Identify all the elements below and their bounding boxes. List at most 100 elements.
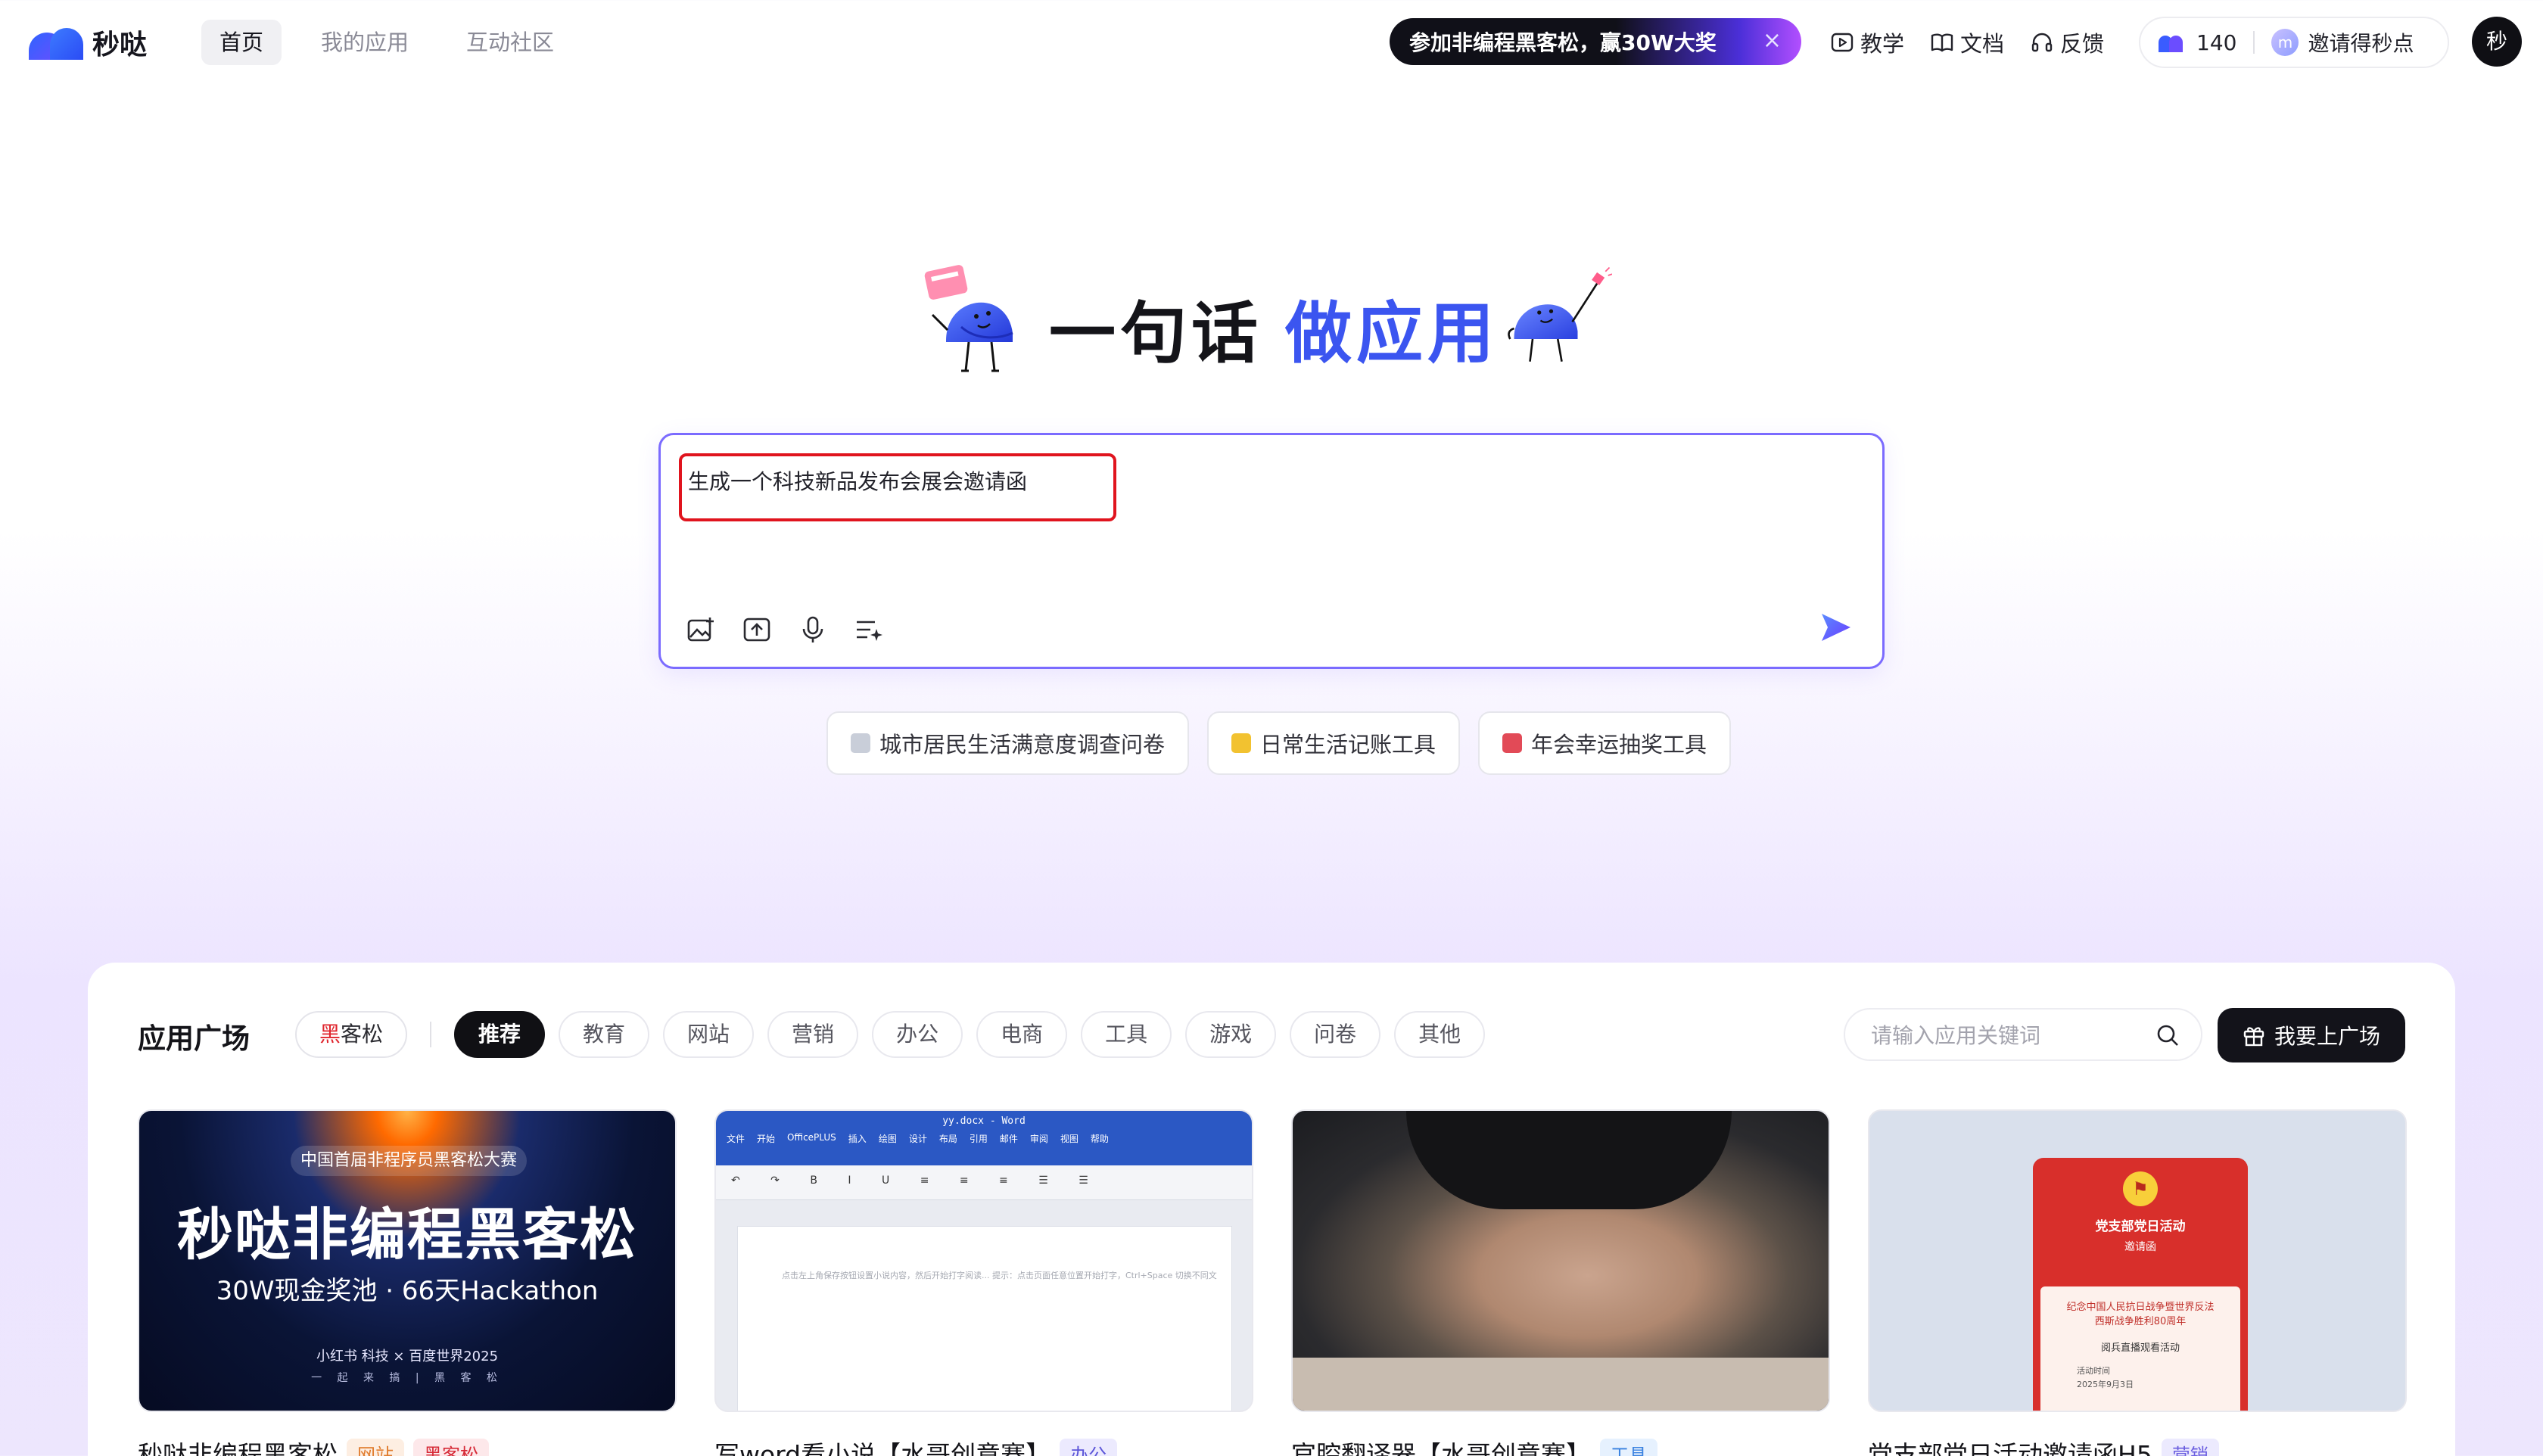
app-plaza: 应用广场 黑客松 推荐 教育 网站 营销 办公 电商 工具 游戏 问卷 其他 我…: [88, 963, 2455, 1456]
word-page: 点击左上角保存按钮设置小说内容，然后开始打字阅读... 提示：点击页面任意位置开…: [737, 1226, 1232, 1411]
search-icon[interactable]: [2155, 1023, 2180, 1047]
nav-home[interactable]: 首页: [201, 20, 282, 65]
book-icon: [1931, 33, 1953, 52]
category-marketing[interactable]: 营销: [767, 1011, 859, 1058]
app-card[interactable]: ⚑ 党支部党日活动 邀请函 纪念中国人民抗日战争暨世界反法 西斯战争胜利80周年…: [1868, 1109, 2407, 1456]
brand-name: 秒哒: [92, 30, 148, 61]
word-menu-item: 开始: [757, 1134, 776, 1144]
user-avatar[interactable]: 秒: [2472, 17, 2522, 67]
microphone-icon[interactable]: [798, 615, 827, 644]
word-menu-item: 邮件: [999, 1134, 1018, 1144]
thumb-badge: 中国首届非程序员黑客松大赛: [291, 1146, 527, 1176]
category-education[interactable]: 教育: [559, 1011, 650, 1058]
hackathon-promo-banner[interactable]: 参加非编程黑客松，赢30W大奖 ×: [1390, 18, 1801, 65]
top-bar: 秒哒 首页 我的应用 互动社区 参加非编程黑客松，赢30W大奖 × 教学 文档 …: [0, 0, 2543, 85]
suggestion-label: 年会幸运抽奖工具: [1531, 732, 1707, 758]
docs-link[interactable]: 文档: [1930, 26, 2004, 58]
category-recommended[interactable]: 推荐: [454, 1011, 546, 1058]
gift-icon: [2243, 1027, 2264, 1047]
promo-text: 参加非编程黑客松，赢30W大奖: [1409, 30, 1717, 55]
nav-my-apps[interactable]: 我的应用: [303, 20, 427, 65]
thumb-slogan: 一 起 来 搞 | 黑 客 松: [311, 1372, 503, 1384]
category-tools[interactable]: 工具: [1081, 1011, 1172, 1058]
suggestion-label: 日常生活记账工具: [1260, 732, 1436, 758]
app-card-title-row: 官腔翻译器【水哥创意赛】 工具: [1291, 1435, 1830, 1456]
app-card-tag: 办公: [1060, 1438, 1118, 1456]
word-menu-item: 文件: [727, 1134, 745, 1144]
send-icon[interactable]: [1819, 611, 1852, 644]
close-icon[interactable]: ×: [1763, 27, 1782, 54]
suggestion-chips: 城市居民生活满意度调查问卷 日常生活记账工具 年会幸运抽奖工具: [826, 711, 1732, 775]
suggestion-chip[interactable]: 城市居民生活满意度调查问卷: [826, 711, 1190, 775]
app-card[interactable]: 官腔翻译器【水哥创意赛】 工具: [1291, 1109, 1830, 1456]
category-ecommerce[interactable]: 电商: [976, 1011, 1068, 1058]
suggestion-chip[interactable]: 日常生活记账工具: [1207, 711, 1461, 775]
header-tools: 教学 文档 反馈: [1830, 23, 2104, 62]
points-widget[interactable]: 140 m 邀请得秒点: [2139, 17, 2449, 68]
invitation-line: 纪念中国人民抗日战争暨世界反法: [2066, 1302, 2215, 1313]
category-games[interactable]: 游戏: [1185, 1011, 1277, 1058]
clipboard-icon: [851, 733, 870, 753]
app-card-thumbnail: [1291, 1109, 1830, 1412]
word-menu-item: 绘图: [878, 1134, 897, 1144]
points-count: 140: [2196, 30, 2237, 55]
upload-icon[interactable]: [742, 615, 771, 644]
brand-logo-icon: [29, 25, 85, 60]
app-card-title-row: 写word看小说【水哥创意赛】 办公: [714, 1435, 1253, 1456]
category-other[interactable]: 其他: [1394, 1011, 1486, 1058]
feedback-link[interactable]: 反馈: [2030, 26, 2104, 58]
search-input[interactable]: [1871, 1020, 2143, 1050]
filter-divider: [430, 1022, 431, 1047]
invitation-event: 阅兵直播观看活动: [2100, 1342, 2180, 1354]
app-card-title-row: 秒哒非编程黑客松 网站 黑客松: [138, 1435, 677, 1456]
prompt-input[interactable]: 生成一个科技新品发布会展会邀请函: [688, 465, 1027, 496]
invite-label[interactable]: 邀请得秒点: [2308, 27, 2414, 58]
word-doc-title: yy.docx - Word: [942, 1115, 1026, 1127]
app-card-title: 秒哒非编程黑客松: [138, 1440, 338, 1456]
brand-logo[interactable]: 秒哒: [29, 23, 147, 62]
prompt-enhance-icon[interactable]: [854, 615, 883, 644]
plaza-title: 应用广场: [138, 1022, 250, 1055]
app-card-thumbnail: 中国首届非程序员黑客松大赛 秒哒非编程黑客松 30W现金奖池 · 66天Hack…: [138, 1109, 677, 1412]
hackathon-prefix: 黑: [319, 1022, 341, 1047]
invitation-preview: ⚑ 党支部党日活动 邀请函 纪念中国人民抗日战争暨世界反法 西斯战争胜利80周年…: [2033, 1158, 2248, 1411]
image-add-icon[interactable]: [686, 615, 715, 644]
word-ribbon: yy.docx - Word 文件 开始 OfficePLUS 插入 绘图 设计…: [716, 1111, 1252, 1165]
category-website[interactable]: 网站: [663, 1011, 755, 1058]
app-card-tag: 黑客松: [413, 1438, 489, 1456]
app-card-title-row: 党支部党日活动邀请函H5 营销: [1868, 1435, 2407, 1456]
suggestion-chip[interactable]: 年会幸运抽奖工具: [1478, 711, 1732, 775]
hackathon-filter[interactable]: 黑客松: [295, 1011, 408, 1058]
app-card-title: 党支部党日活动邀请函H5: [1868, 1440, 2152, 1456]
word-menu-item: 插入: [848, 1134, 867, 1144]
word-toolbar: ↶ ↷ B I U ≡ ≡ ≡ ☰ ☰: [716, 1165, 1252, 1200]
ledger-icon: [1231, 733, 1252, 753]
nav-community[interactable]: 互动社区: [448, 20, 572, 65]
points-icon: [2159, 33, 2187, 52]
hero-title-plain: 一句话: [1049, 294, 1263, 372]
prompt-box[interactable]: 生成一个科技新品发布会展会邀请函: [658, 433, 1885, 669]
hero: 一句话 做应用: [916, 257, 1635, 378]
app-card[interactable]: 中国首届非程序员黑客松大赛 秒哒非编程黑客松 30W现金奖池 · 66天Hack…: [138, 1109, 677, 1456]
main-nav: 首页 我的应用 互动社区: [201, 20, 572, 65]
app-card-thumbnail: ⚑ 党支部党日活动 邀请函 纪念中国人民抗日战争暨世界反法 西斯战争胜利80周年…: [1868, 1109, 2407, 1412]
docs-label: 文档: [1960, 31, 2005, 57]
publish-button[interactable]: 我要上广场: [2218, 1008, 2405, 1062]
invitation-paper: 纪念中国人民抗日战争暨世界反法 西斯战争胜利80周年 阅兵直播观看活动 活动时间…: [2040, 1286, 2240, 1411]
thumb-headline: 秒哒非编程黑客松: [177, 1202, 637, 1268]
tutorial-link[interactable]: 教学: [1830, 26, 1904, 58]
invitation-heading: 党支部党日活动: [2095, 1219, 2186, 1234]
suggestion-label: 城市居民生活满意度调查问卷: [879, 732, 1166, 758]
category-office[interactable]: 办公: [872, 1011, 963, 1058]
category-survey[interactable]: 问卷: [1290, 1011, 1381, 1058]
invitation-date-label: 活动时间: [2077, 1366, 2110, 1376]
word-menu-item: 布局: [938, 1134, 957, 1144]
invitation-date: 2025年9月3日: [2077, 1380, 2134, 1389]
app-card-thumbnail: yy.docx - Word 文件 开始 OfficePLUS 插入 绘图 设计…: [714, 1109, 1253, 1412]
app-card-title: 写word看小说【水哥创意赛】: [714, 1440, 1051, 1456]
app-card[interactable]: yy.docx - Word 文件 开始 OfficePLUS 插入 绘图 设计…: [714, 1109, 1253, 1456]
category-tabs: 推荐 教育 网站 营销 办公 电商 工具 游戏 问卷 其他: [454, 1011, 1486, 1058]
prompt-toolbar: [686, 615, 883, 644]
publish-label: 我要上广场: [2274, 1024, 2380, 1049]
app-card-grid: 中国首届非程序员黑客松大赛 秒哒非编程黑客松 30W现金奖池 · 66天Hack…: [138, 1109, 2407, 1456]
